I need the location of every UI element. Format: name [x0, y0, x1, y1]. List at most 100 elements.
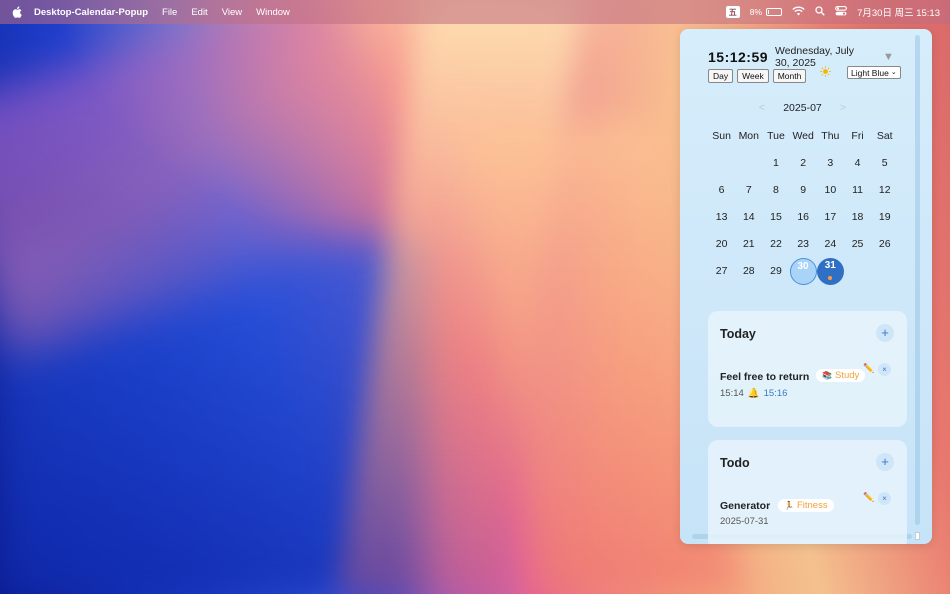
- runner-icon: 🏃: [784, 501, 794, 510]
- calendar-day[interactable]: 20: [708, 231, 735, 258]
- calendar-day[interactable]: 25: [844, 231, 871, 258]
- day-view-button[interactable]: Day: [708, 69, 734, 83]
- weekday-header: Thu: [821, 130, 840, 142]
- menu-edit[interactable]: Edit: [191, 7, 207, 18]
- calendar-day[interactable]: 8: [762, 177, 789, 204]
- calendar-day[interactable]: 31: [816, 258, 844, 285]
- calendar-empty-cell: [735, 150, 762, 177]
- edit-pencil-icon[interactable]: ✏️: [863, 363, 874, 374]
- calendar-day[interactable]: 3: [817, 150, 844, 177]
- todo-title[interactable]: Generator: [720, 500, 770, 512]
- event-reminder-time: 15:16: [763, 388, 788, 399]
- calendar-day[interactable]: 11: [844, 177, 871, 204]
- event-title[interactable]: Feel free to return: [720, 371, 809, 383]
- delete-event-button[interactable]: ×: [878, 363, 891, 376]
- menu-app-name[interactable]: Desktop-Calendar-Popup: [34, 7, 148, 18]
- digital-clock: 15:12:59: [708, 49, 769, 65]
- calendar-day[interactable]: 22: [762, 231, 789, 258]
- calendar-day[interactable]: 9: [790, 177, 817, 204]
- calendar-week-row: 13 14 15 16 17 18 19: [708, 204, 928, 231]
- calendar-day-number: 30: [797, 261, 809, 272]
- delete-todo-button[interactable]: ×: [878, 492, 891, 505]
- selected-day-marker: 31: [816, 258, 844, 285]
- weekday-header: Fri: [851, 130, 864, 142]
- calendar-day[interactable]: 4: [844, 150, 871, 177]
- event-meta: 15:14 🔔 15:16: [720, 388, 787, 399]
- today-section-title: Today: [720, 327, 756, 341]
- week-view-button[interactable]: Week: [737, 69, 769, 83]
- month-navigation: < 2025-07 >: [680, 102, 925, 114]
- event-tag: 📚 Study: [816, 369, 866, 382]
- calendar-day[interactable]: 7: [735, 177, 762, 204]
- calendar-day[interactable]: 10: [817, 177, 844, 204]
- theme-select[interactable]: Light Blue ⌄: [847, 66, 901, 79]
- todo-due-date: 2025-07-31: [720, 516, 769, 527]
- battery-status[interactable]: 8%: [750, 7, 783, 17]
- calendar-day[interactable]: 29: [762, 258, 789, 285]
- calendar-day-number: 31: [824, 260, 836, 271]
- calendar-day[interactable]: 13: [708, 204, 735, 231]
- calendar-popup-panel: 15:12:59 Wednesday, July 30, 2025 ▼ Day …: [680, 29, 932, 544]
- calendar-day[interactable]: 2: [790, 150, 817, 177]
- calendar-day[interactable]: 17: [817, 204, 844, 231]
- calendar-day[interactable]: 5: [871, 150, 898, 177]
- month-view-button[interactable]: Month: [772, 69, 807, 83]
- todo-section: Todo + Generator 🏃 Fitness ✏️ × 2025-07-…: [708, 440, 907, 544]
- weekday-header: Sun: [712, 130, 731, 142]
- calendar-day[interactable]: 21: [735, 231, 762, 258]
- weekday-header: Wed: [792, 130, 814, 142]
- menu-window[interactable]: Window: [256, 7, 290, 18]
- calendar-empty-cell: [871, 258, 898, 285]
- add-todo-button[interactable]: +: [876, 453, 894, 471]
- calendar-empty-cell: [708, 150, 735, 177]
- chevron-down-icon: ⌄: [890, 68, 897, 76]
- calendar-week-row: 12345: [708, 150, 928, 177]
- calendar-day[interactable]: 30: [789, 258, 817, 285]
- calendar-week-row: 6 7 8 9 10 11 12: [708, 177, 928, 204]
- sun-icon: [820, 66, 831, 80]
- apple-icon[interactable]: [12, 6, 22, 18]
- calendar-day[interactable]: 26: [871, 231, 898, 258]
- next-month-button[interactable]: >: [840, 102, 846, 114]
- calendar-weeks: 1 2 3 4 5 6 7 8 9 10 11 12 13 14 15 16 17 18 19 20 21 22 23 24 2…: [708, 150, 928, 285]
- event-dot-icon: [828, 276, 833, 280]
- month-label: 2025-07: [783, 102, 822, 114]
- scroll-corner: [915, 532, 920, 540]
- calendar-day[interactable]: 1: [762, 150, 789, 177]
- today-marker: 30: [789, 258, 817, 285]
- view-switcher: Day Week Month: [708, 69, 807, 83]
- menubar-clock[interactable]: 7月30日 周三 15:13: [857, 5, 940, 19]
- book-icon: 📚: [822, 371, 832, 380]
- search-icon[interactable]: [815, 5, 825, 19]
- control-center-icon[interactable]: [835, 5, 848, 19]
- calendar-week-row: 20 21 22 23 24 25 26: [708, 231, 928, 258]
- add-today-event-button[interactable]: +: [876, 324, 894, 342]
- theme-select-value: Light Blue: [851, 67, 889, 78]
- calendar-day[interactable]: 18: [844, 204, 871, 231]
- calendar-day[interactable]: 19: [871, 204, 898, 231]
- menu-file[interactable]: File: [162, 7, 177, 18]
- input-method-icon[interactable]: 五: [725, 6, 740, 18]
- calendar-day[interactable]: 27: [708, 258, 735, 285]
- calendar-day[interactable]: 15: [762, 204, 789, 231]
- menu-bar: Desktop-Calendar-Popup File Edit View Wi…: [0, 0, 950, 24]
- menu-view[interactable]: View: [222, 7, 242, 18]
- today-section: Today + Feel free to return 📚 Study ✏️ ×…: [708, 311, 907, 427]
- calendar-day[interactable]: 6: [708, 177, 735, 204]
- calendar-day[interactable]: 28: [735, 258, 762, 285]
- calendar-day[interactable]: 12: [871, 177, 898, 204]
- calendar-day[interactable]: 24: [817, 231, 844, 258]
- weekday-header: Mon: [738, 130, 759, 142]
- calendar-week-row: 27 28 29 30 31: [708, 258, 928, 285]
- calendar-day[interactable]: 14: [735, 204, 762, 231]
- bell-icon: 🔔: [747, 388, 760, 399]
- menubar-status-area: 五 8% 7月30日 周三 15:13: [725, 0, 940, 24]
- calendar-empty-cell: [844, 258, 871, 285]
- edit-pencil-icon[interactable]: ✏️: [863, 492, 874, 503]
- wifi-icon[interactable]: [792, 6, 805, 19]
- weekday-header: Sat: [876, 130, 893, 142]
- calendar-day[interactable]: 16: [790, 204, 817, 231]
- prev-month-button[interactable]: <: [759, 102, 765, 114]
- calendar-day[interactable]: 23: [790, 231, 817, 258]
- collapse-triangle-icon[interactable]: ▼: [883, 51, 894, 63]
